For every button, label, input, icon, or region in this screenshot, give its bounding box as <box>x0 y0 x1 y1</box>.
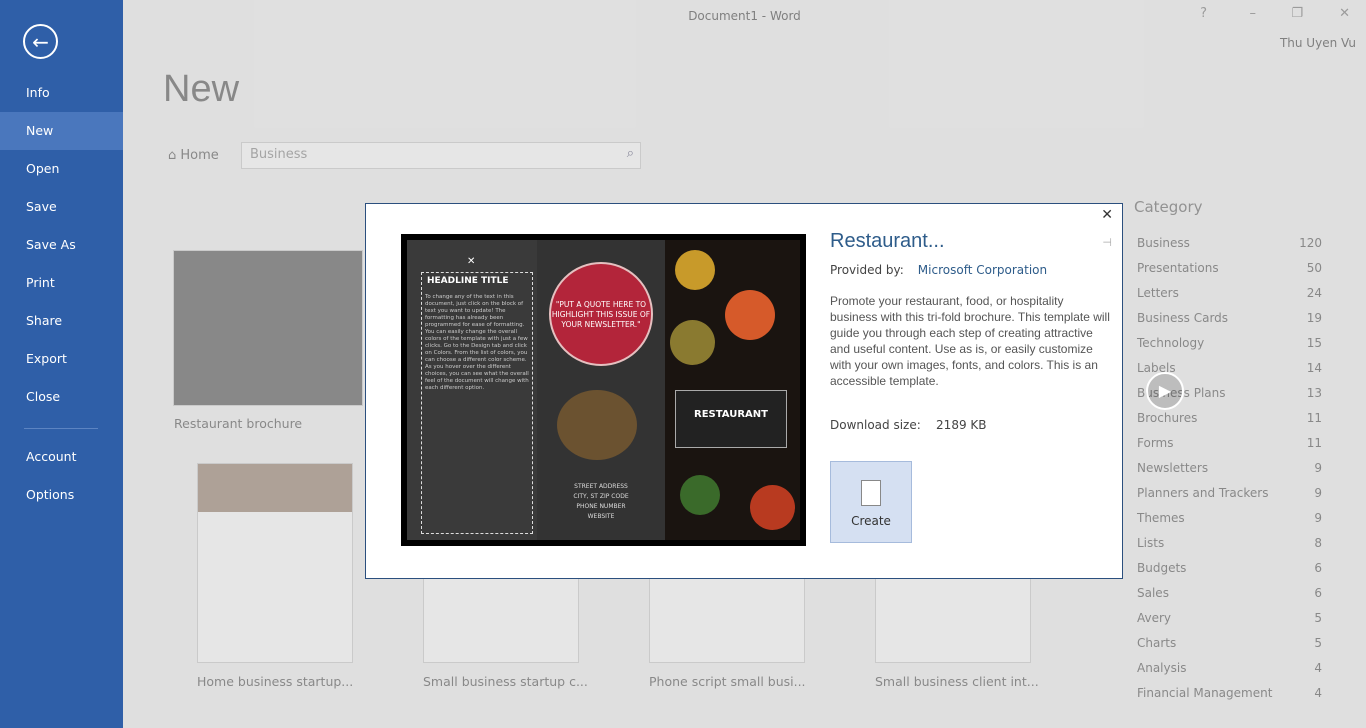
nav-open[interactable]: Open <box>0 150 123 188</box>
play-icon: ▶ <box>1146 372 1184 410</box>
nav-save-as[interactable]: Save As <box>0 226 123 264</box>
brochure-body-text: To change any of the text in this docume… <box>425 294 529 391</box>
nav-account[interactable]: Account <box>0 438 123 476</box>
template-title: Restaurant... <box>830 230 945 252</box>
provider-row: Provided by: Microsoft Corporation <box>830 263 1047 277</box>
provider-link[interactable]: Microsoft Corporation <box>918 263 1047 277</box>
template-preview-dialog: ✕ ⊣ ✕ HEADLINE TITLE To change any of th… <box>365 203 1123 579</box>
nav-new[interactable]: New <box>0 112 123 150</box>
provided-by-label: Provided by: <box>830 263 904 277</box>
headline-title: HEADLINE TITLE <box>427 276 509 286</box>
nav-print[interactable]: Print <box>0 264 123 302</box>
template-preview-image: ✕ HEADLINE TITLE To change any of the te… <box>401 234 806 546</box>
close-dialog-button[interactable]: ✕ <box>1101 207 1113 223</box>
brochure-panel-left: ✕ HEADLINE TITLE To change any of the te… <box>407 240 537 540</box>
backstage-sidebar: ← Info New Open Save Save As Print Share… <box>0 0 123 728</box>
nav-export[interactable]: Export <box>0 340 123 378</box>
nav-info[interactable]: Info <box>0 74 123 112</box>
back-button[interactable]: ← <box>23 24 58 59</box>
quote-circle: "PUT A QUOTE HERE TO HIGHLIGHT THIS ISSU… <box>549 262 653 366</box>
create-label: Create <box>851 514 891 528</box>
address-text: STREET ADDRESS CITY, ST ZIP CODE PHONE N… <box>573 483 629 520</box>
nav-close[interactable]: Close <box>0 378 123 416</box>
download-size-label: Download size: <box>830 418 921 432</box>
brochure-panel-right: RESTAURANT <box>665 240 800 540</box>
download-size-row: Download size: 2189 KB <box>830 418 987 432</box>
divider <box>24 428 98 429</box>
nav-options[interactable]: Options <box>0 476 123 514</box>
create-button[interactable]: Create <box>830 461 912 543</box>
template-description: Promote your restaurant, food, or hospit… <box>830 294 1110 388</box>
restaurant-logo: RESTAURANT <box>675 390 787 448</box>
new-document-icon <box>861 480 881 506</box>
utensils-icon: ✕ <box>467 256 476 267</box>
food-bowl-image <box>557 390 637 460</box>
brochure-panel-middle: "PUT A QUOTE HERE TO HIGHLIGHT THIS ISSU… <box>537 240 665 540</box>
nav-save[interactable]: Save <box>0 188 123 226</box>
nav-share[interactable]: Share <box>0 302 123 340</box>
pin-icon[interactable]: ⊣ <box>1102 236 1112 249</box>
download-size-value: 2189 KB <box>936 418 987 432</box>
